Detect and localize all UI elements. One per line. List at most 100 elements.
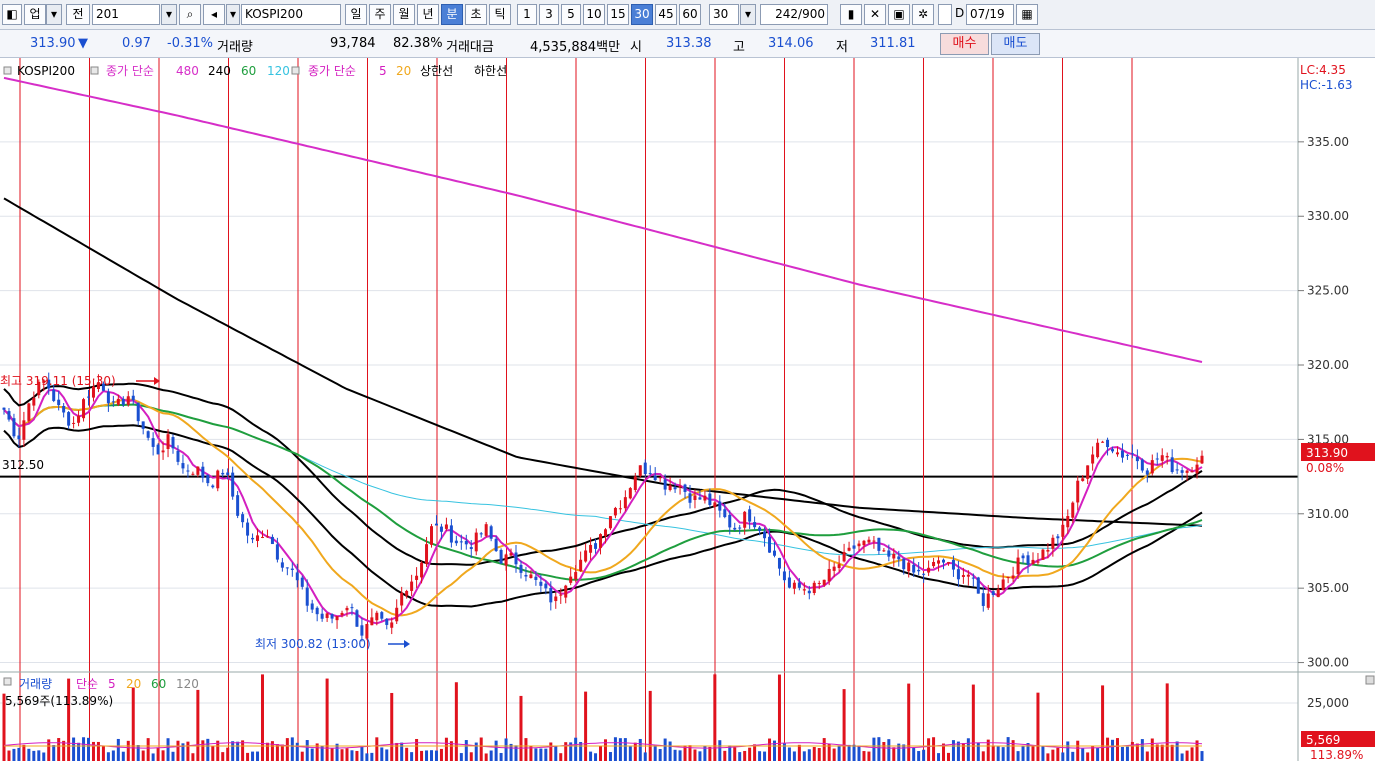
date-input[interactable]: 07/19 bbox=[966, 4, 1014, 25]
candle-body bbox=[618, 508, 622, 510]
candle-body bbox=[1081, 478, 1085, 481]
candle-body bbox=[290, 568, 294, 570]
high: 314.06 bbox=[768, 36, 814, 51]
period-0-button[interactable]: 일 bbox=[345, 4, 367, 25]
candle-body bbox=[996, 589, 1000, 598]
minute-1-button[interactable]: 1 bbox=[517, 4, 537, 25]
market-select[interactable]: 업 bbox=[24, 4, 46, 25]
volume-bar bbox=[574, 737, 578, 761]
candle-body bbox=[1120, 450, 1124, 458]
market-dropdown-icon[interactable]: ▾ bbox=[46, 4, 62, 25]
calendar-icon[interactable]: ▦ bbox=[1016, 4, 1038, 25]
volume-bar bbox=[469, 752, 473, 761]
interval-dropdown-icon[interactable]: ▾ bbox=[740, 4, 756, 25]
interval-input[interactable]: 30 bbox=[709, 4, 739, 25]
candle-body bbox=[226, 472, 230, 475]
buy-button[interactable]: 매수 bbox=[940, 33, 989, 55]
candle-body bbox=[633, 476, 637, 490]
minute-30-button[interactable]: 30 bbox=[631, 4, 653, 25]
volume-bar bbox=[1190, 747, 1194, 761]
candle-body bbox=[514, 552, 518, 565]
hline-label: 312.50 bbox=[2, 458, 44, 472]
chart-area[interactable]: 300.00 305.00 310.00 315.00 320.00 325.00 330.… bbox=[0, 58, 1375, 762]
prev-button[interactable]: 전 bbox=[66, 4, 90, 25]
volume-bar bbox=[241, 740, 245, 761]
minute-45-button[interactable]: 45 bbox=[655, 4, 677, 25]
volume-bar bbox=[817, 748, 821, 761]
volume-bar bbox=[618, 738, 622, 761]
volume-bar bbox=[956, 741, 960, 761]
name-field[interactable]: KOSPI200 bbox=[241, 4, 341, 25]
candle-body bbox=[658, 477, 662, 479]
candle-body bbox=[897, 556, 901, 560]
minute-60-button[interactable]: 60 bbox=[679, 4, 701, 25]
date-checkbox[interactable] bbox=[938, 4, 952, 25]
period-3-button[interactable]: 년 bbox=[417, 4, 439, 25]
window-icon[interactable]: ◧ bbox=[2, 4, 22, 25]
candle-body bbox=[136, 402, 140, 422]
candle-body bbox=[434, 523, 438, 526]
minute-10-button[interactable]: 10 bbox=[583, 4, 605, 25]
candle-body bbox=[270, 536, 274, 545]
volume-bar bbox=[519, 695, 523, 761]
gear-icon[interactable]: ✲ bbox=[912, 4, 934, 25]
save-icon[interactable]: ▣ bbox=[888, 4, 910, 25]
legend-marker bbox=[90, 66, 99, 75]
volume-bar bbox=[524, 738, 528, 761]
volume-bar bbox=[549, 742, 553, 761]
candle-body bbox=[1180, 470, 1184, 473]
volume-bar bbox=[748, 747, 752, 761]
volume-bar bbox=[653, 745, 657, 761]
volume-bar bbox=[698, 751, 702, 761]
volume-bar bbox=[285, 738, 289, 761]
volume-bar bbox=[812, 747, 816, 761]
volume-bar bbox=[1150, 738, 1154, 761]
volume-panel-toggle-icon[interactable] bbox=[1365, 675, 1375, 685]
indicator-icon[interactable]: ✕ bbox=[864, 4, 886, 25]
volume-bar bbox=[434, 750, 438, 761]
volume-bar bbox=[738, 752, 742, 761]
candle-body bbox=[400, 592, 404, 606]
candle-body bbox=[380, 612, 384, 619]
high-label: 고 bbox=[733, 40, 745, 55]
candle-body bbox=[927, 567, 931, 573]
sell-button[interactable]: 매도 bbox=[991, 33, 1040, 55]
candle-body bbox=[748, 509, 752, 522]
toolbar: ◧ 업 ▾ 전 201 ▾ ⌕ ◂ ▾ KOSPI200 일주월년분초틱 135… bbox=[0, 0, 1375, 30]
volume-last: 5,569 bbox=[1306, 733, 1340, 747]
candle-body bbox=[410, 581, 414, 591]
period-2-button[interactable]: 월 bbox=[393, 4, 415, 25]
minute-5-button[interactable]: 5 bbox=[561, 4, 581, 25]
period-4-button[interactable]: 분 bbox=[441, 4, 463, 25]
speaker-dropdown-icon[interactable]: ▾ bbox=[226, 4, 240, 25]
volume-bar bbox=[1051, 749, 1055, 761]
candle-body bbox=[360, 625, 364, 636]
volume-bar bbox=[643, 752, 647, 761]
candle-body bbox=[524, 574, 528, 577]
minute-15-button[interactable]: 15 bbox=[607, 4, 629, 25]
candle-body bbox=[72, 422, 76, 424]
candle-type-icon[interactable]: ▮ bbox=[840, 4, 862, 25]
volume-bar bbox=[221, 752, 225, 761]
code-input[interactable]: 201 bbox=[92, 4, 160, 25]
minute-3-button[interactable]: 3 bbox=[539, 4, 559, 25]
volume-bar bbox=[1106, 737, 1110, 761]
y-tick-label: 305.00 bbox=[1307, 581, 1349, 595]
search-icon[interactable]: ⌕ bbox=[179, 4, 201, 25]
period-6-button[interactable]: 틱 bbox=[489, 4, 511, 25]
period-1-button[interactable]: 주 bbox=[369, 4, 391, 25]
candle-body bbox=[782, 571, 786, 581]
candle-body bbox=[807, 590, 811, 594]
candle-body bbox=[852, 545, 856, 549]
volume-bar bbox=[792, 751, 796, 761]
speaker-icon[interactable]: ◂ bbox=[203, 4, 225, 25]
volume-bar bbox=[310, 748, 314, 761]
volume-bar bbox=[146, 738, 150, 761]
count-field[interactable]: 242/900 bbox=[760, 4, 828, 25]
code-dropdown-icon[interactable]: ▾ bbox=[161, 4, 177, 25]
candle-body bbox=[22, 420, 26, 440]
last-pct: 0.08% bbox=[1306, 461, 1344, 475]
volume-bar bbox=[345, 748, 349, 761]
volume-ma5: 5 bbox=[108, 677, 116, 691]
period-5-button[interactable]: 초 bbox=[465, 4, 487, 25]
